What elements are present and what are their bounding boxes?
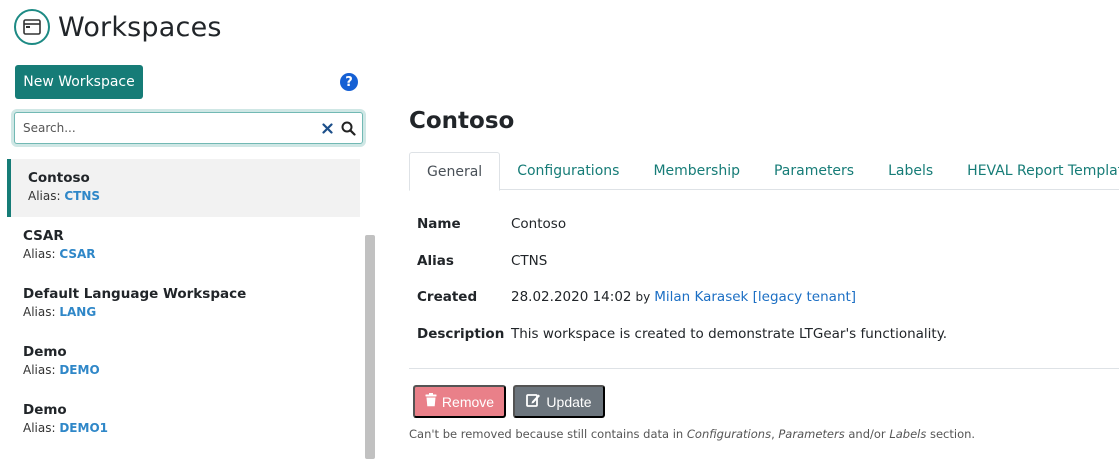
prop-row-name: Name Contoso <box>417 206 947 243</box>
workspace-alias: Alias: DEMO1 <box>23 419 360 437</box>
trash-icon <box>425 393 437 410</box>
prop-value: CTNS <box>511 252 548 269</box>
prop-value: Contoso <box>511 216 567 233</box>
app-header: Workspaces <box>14 8 222 46</box>
alias-code: DEMO <box>59 363 100 377</box>
window-icon <box>14 9 50 45</box>
alias-prefix: Alias: <box>23 305 60 319</box>
alias-code: DEMO1 <box>59 421 108 435</box>
alias-prefix: Alias: <box>23 247 60 261</box>
note-prefix: Can't be removed because still contains … <box>409 427 687 441</box>
workspace-alias: Alias: LANG <box>23 303 360 321</box>
workspace-list: Contoso Alias: CTNS CSAR Alias: CSAR Def… <box>7 159 360 459</box>
note-suffix: section. <box>926 427 976 441</box>
prop-label: Created <box>417 289 478 306</box>
scrollbar[interactable] <box>365 235 375 459</box>
workspace-name: Demo <box>23 344 67 360</box>
detail-title: Contoso <box>409 108 515 134</box>
prop-value: This workspace is created to demonstrate… <box>511 325 948 342</box>
remove-label: Remove <box>441 393 495 410</box>
remove-button[interactable]: Remove <box>413 385 506 418</box>
help-icon[interactable]: ? <box>340 73 358 91</box>
tab-parameters[interactable]: Parameters <box>757 152 871 190</box>
tab-bar: General Configurations Membership Parame… <box>409 152 1119 191</box>
tab-heval-report-templates[interactable]: HEVAL Report Templates <box>950 152 1119 190</box>
update-label: Update <box>546 393 592 410</box>
new-workspace-button[interactable]: New Workspace <box>15 65 143 99</box>
workspace-name: Contoso <box>28 170 90 186</box>
workspace-alias: Alias: CTNS <box>28 187 360 205</box>
clear-icon[interactable] <box>320 121 334 135</box>
search-icon[interactable] <box>340 120 356 136</box>
divider <box>409 368 1119 369</box>
tab-general[interactable]: General <box>409 152 501 191</box>
list-item[interactable]: Demo Alias: DEMO1 <box>7 391 360 449</box>
prop-label: Description <box>417 325 505 342</box>
prop-label: Alias <box>417 252 454 269</box>
created-by-text: by <box>635 290 651 305</box>
search-box <box>14 112 363 144</box>
prop-row-created: Created 28.02.2020 14:02 by Milan Karase… <box>417 279 947 316</box>
workspace-name: CSAR <box>23 228 64 244</box>
note-parameters: Parameters <box>778 427 845 441</box>
page-title: Workspaces <box>58 11 222 43</box>
workspace-name: Default Language Workspace <box>23 286 247 302</box>
properties: Name Contoso Alias CTNS Created 28.02.20… <box>417 206 947 352</box>
alias-code: CSAR <box>59 247 96 261</box>
edit-icon <box>526 393 541 410</box>
list-item[interactable]: Contoso Alias: CTNS <box>7 159 360 217</box>
remove-note: Can't be removed because still contains … <box>409 427 975 441</box>
tab-membership[interactable]: Membership <box>636 152 757 190</box>
note-configurations: Configurations <box>686 427 772 441</box>
prop-value: 28.02.2020 14:02 <box>511 289 632 306</box>
note-labels: Labels <box>889 427 927 441</box>
prop-row-alias: Alias CTNS <box>417 243 947 280</box>
update-button[interactable]: Update <box>513 385 605 418</box>
workspace-alias: Alias: CSAR <box>23 245 360 263</box>
alias-code: CTNS <box>64 189 101 203</box>
prop-label: Name <box>417 216 461 233</box>
alias-code: LANG <box>59 305 97 319</box>
list-item[interactable]: CSAR Alias: CSAR <box>7 217 360 275</box>
alias-prefix: Alias: <box>23 363 60 377</box>
workspace-name: Demo <box>23 402 67 418</box>
search-input[interactable] <box>23 113 320 143</box>
alias-prefix: Alias: <box>23 421 60 435</box>
list-item[interactable]: Demo Alias: DEMO <box>7 333 360 391</box>
alias-prefix: Alias: <box>28 189 65 203</box>
note-sep2: and/or <box>844 427 890 441</box>
created-user-link[interactable]: Milan Karasek [legacy tenant] <box>654 289 856 305</box>
workspace-alias: Alias: DEMO <box>23 361 360 379</box>
prop-row-description: Description This workspace is created to… <box>417 316 947 353</box>
tab-labels[interactable]: Labels <box>871 152 950 190</box>
tab-configurations[interactable]: Configurations <box>500 152 636 190</box>
list-item[interactable]: Default Language Workspace Alias: LANG <box>7 275 360 333</box>
